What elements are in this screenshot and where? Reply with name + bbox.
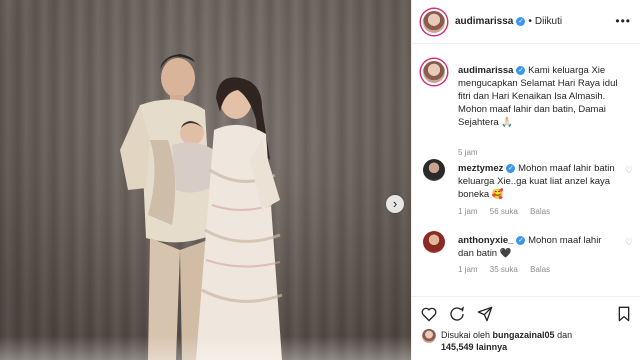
man-figure xyxy=(120,54,212,360)
caption-avatar[interactable] xyxy=(421,59,447,85)
verified-badge-icon: ✓ xyxy=(516,17,526,26)
comment-meta: 1 jam 35 suka Balas xyxy=(458,265,560,274)
comment-text-block: anthonyxie_ ✓ Mohon maaf lahir dan batin … xyxy=(458,234,618,260)
header-separator: • xyxy=(528,16,532,27)
verified-badge-icon: ✓ xyxy=(516,235,526,245)
comment-likes[interactable]: 56 suka xyxy=(490,207,518,216)
comment-time: 1 jam xyxy=(458,265,478,274)
heart-icon[interactable] xyxy=(420,305,438,323)
liked-by-suffix[interactable]: lainnya xyxy=(476,342,507,352)
comment-like-heart-icon[interactable]: ♡ xyxy=(625,165,633,176)
chevron-right-icon[interactable]: › xyxy=(386,195,404,213)
liked-by-prefix: Disukai oleh xyxy=(441,330,491,340)
share-icon[interactable] xyxy=(476,305,494,323)
post-photo[interactable]: › xyxy=(0,0,411,360)
caption-meta: 5 jam xyxy=(458,148,488,157)
author-username[interactable]: audimarissa xyxy=(455,16,513,27)
commenter-avatar[interactable] xyxy=(423,159,445,181)
post-actions-bar: Disukai oleh bungazainal05 dan 145,549 l… xyxy=(412,296,640,360)
liker-avatar[interactable] xyxy=(422,329,436,343)
liked-by-conj: dan xyxy=(557,330,573,340)
comment-reply-button[interactable]: Balas xyxy=(530,207,550,216)
verified-badge-icon: ✓ xyxy=(506,163,516,173)
comment-meta: 1 jam 56 suka Balas xyxy=(458,207,560,216)
comment-time: 1 jam xyxy=(458,207,478,216)
author-avatar[interactable] xyxy=(421,8,447,35)
liked-by-summary: Disukai oleh bungazainal05 dan 145,549 l… xyxy=(422,329,631,353)
caption-item: audimarissa ✓ Kami keluarga Xie mengucapk… xyxy=(421,59,633,157)
comment-item: anthonyxie_ ✓ Mohon maaf lahir dan batin … xyxy=(421,231,633,291)
liked-by-count[interactable]: 145,549 xyxy=(441,342,474,352)
follow-status-button[interactable]: Diikuti xyxy=(535,16,562,27)
post-side-panel: audimarissa ✓ • Diikuti ••• audimarissa ✓… xyxy=(411,0,640,360)
comment-reply-button[interactable]: Balas xyxy=(530,265,550,274)
comment-icon[interactable] xyxy=(448,305,466,323)
commenter-avatar[interactable] xyxy=(423,231,445,253)
comment-like-heart-icon[interactable]: ♡ xyxy=(625,237,633,248)
more-options-icon[interactable]: ••• xyxy=(615,14,631,28)
comment-username[interactable]: anthonyxie_ xyxy=(458,235,513,246)
caption-time: 5 jam xyxy=(458,148,478,157)
comment-text-block: meztymez ✓ Mohon maaf lahir batin keluarg… xyxy=(458,162,618,201)
family-figures xyxy=(120,54,283,360)
woman-figure xyxy=(196,77,283,360)
liked-by-text: Disukai oleh bungazainal05 dan 145,549 l… xyxy=(441,329,631,353)
floor-glow xyxy=(0,336,411,360)
instagram-post-window: › audimarissa ✓ • Diikuti ••• audimariss… xyxy=(0,0,640,360)
verified-badge-icon: ✓ xyxy=(516,65,526,75)
comments-list: audimarissa ✓ Kami keluarga Xie mengucapk… xyxy=(412,45,640,295)
caption-text-block: audimarissa ✓ Kami keluarga Xie mengucapk… xyxy=(458,64,618,129)
bookmark-icon[interactable] xyxy=(615,305,633,323)
liked-by-user[interactable]: bungazainal05 xyxy=(493,330,555,340)
comment-item: meztymez ✓ Mohon maaf lahir batin keluarg… xyxy=(421,159,633,219)
comment-username[interactable]: meztymez xyxy=(458,163,503,174)
caption-username[interactable]: audimarissa xyxy=(458,65,513,76)
post-header: audimarissa ✓ • Diikuti ••• xyxy=(412,0,640,44)
comment-likes[interactable]: 35 suka xyxy=(490,265,518,274)
